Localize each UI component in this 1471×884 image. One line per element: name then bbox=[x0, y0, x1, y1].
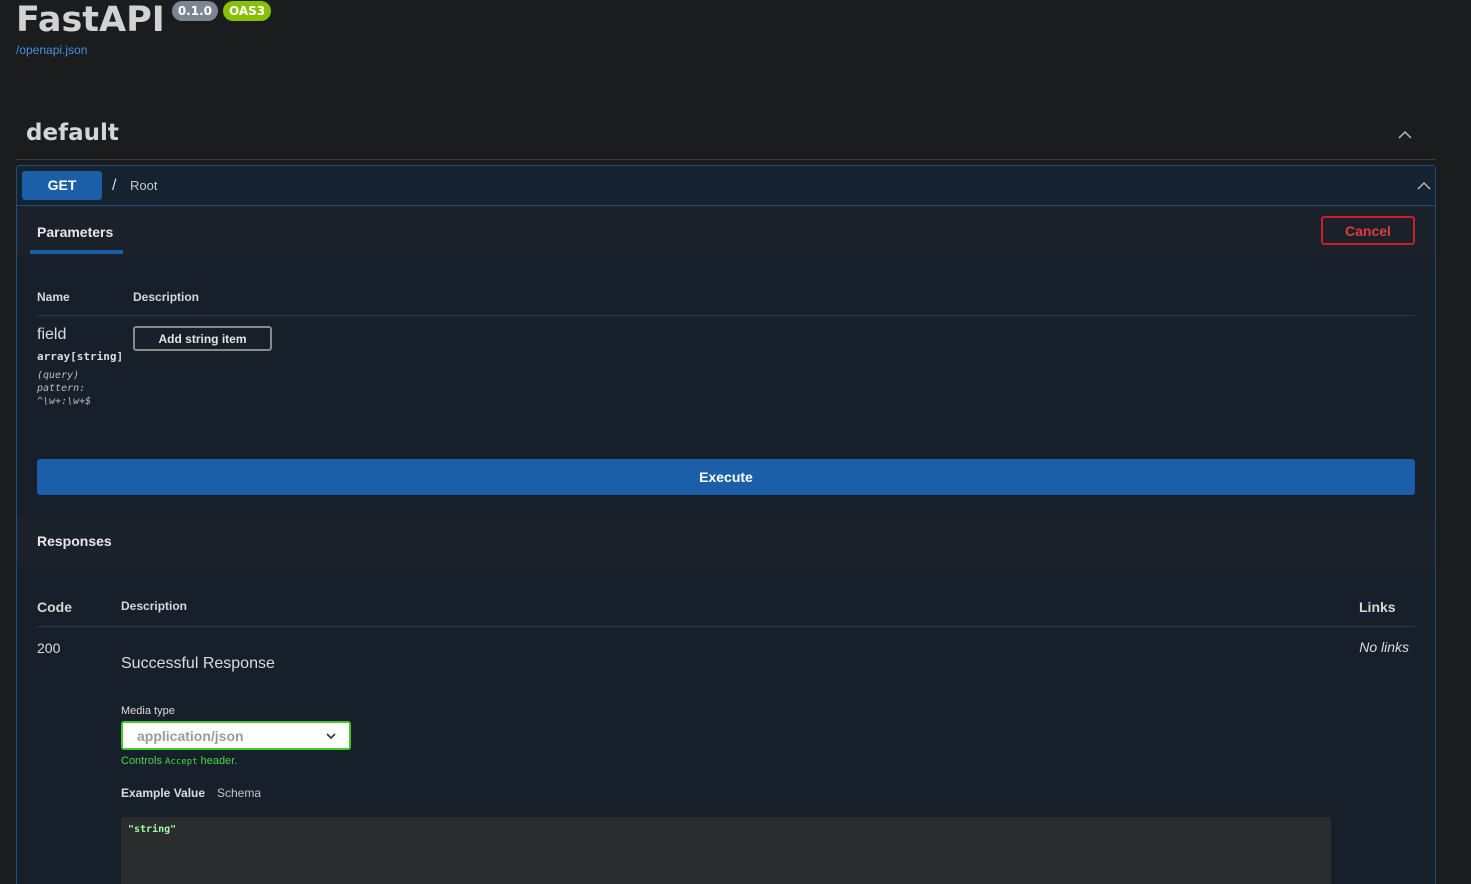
param-type: array[string] bbox=[37, 350, 124, 363]
param-pattern-label: pattern: bbox=[37, 383, 86, 394]
media-type-label: Media type bbox=[121, 705, 175, 717]
openapi-json-link[interactable]: /openapi.json bbox=[16, 43, 87, 57]
tag-name: default bbox=[26, 120, 119, 146]
example-code: "string" bbox=[128, 824, 177, 835]
responses-title: Responses bbox=[37, 533, 112, 549]
response-links: No links bbox=[1359, 639, 1409, 655]
responses-table: Code Description Links 200 Successful Re… bbox=[17, 567, 1435, 884]
oas-badge: OAS3 bbox=[222, 1, 272, 21]
controls-prefix: Controls bbox=[121, 755, 162, 767]
media-type-select[interactable]: application/json bbox=[121, 721, 351, 750]
controls-suffix: header. bbox=[200, 755, 238, 767]
chevron-up-icon[interactable] bbox=[1417, 179, 1431, 193]
param-meta: (query) pattern: ^\w+:\w+$ bbox=[37, 369, 91, 408]
column-header-name: Name bbox=[37, 290, 70, 304]
chevron-up-icon[interactable] bbox=[1398, 128, 1412, 142]
chevron-down-icon bbox=[326, 733, 336, 740]
operation-block: GET / Root Parameters Cancel Name Descri… bbox=[16, 165, 1436, 884]
response-code: 200 bbox=[37, 640, 61, 656]
tab-schema[interactable]: Schema bbox=[217, 786, 261, 800]
version-badge: 0.1.0 bbox=[171, 1, 218, 21]
example-code-box: "string" bbox=[121, 817, 1331, 884]
param-location: (query) bbox=[37, 370, 80, 381]
column-header-description: Description bbox=[121, 599, 188, 613]
app-title-row: FastAPI 0.1.0 OAS3 bbox=[16, 0, 272, 40]
response-description: Successful Response bbox=[121, 655, 275, 672]
swagger-ui-page: FastAPI 0.1.0 OAS3 /openapi.json default… bbox=[0, 0, 1471, 884]
tag-section-header[interactable]: default bbox=[16, 110, 1436, 160]
media-type-value: application/json bbox=[137, 728, 244, 744]
accept-code: Accept bbox=[165, 757, 198, 767]
controls-accept-note: Controls Accept header. bbox=[121, 755, 237, 767]
param-name: field bbox=[37, 326, 67, 343]
app-title: FastAPI bbox=[16, 0, 165, 40]
add-string-item-button[interactable]: Add string item bbox=[133, 326, 272, 351]
table-divider bbox=[37, 626, 1415, 627]
parameters-header: Parameters Cancel bbox=[17, 206, 1435, 256]
param-pattern: ^\w+:\w+$ bbox=[37, 396, 92, 407]
column-header-links: Links bbox=[1359, 599, 1396, 615]
operation-summary[interactable]: GET / Root bbox=[17, 166, 1435, 206]
responses-header: Responses bbox=[17, 515, 1435, 567]
operation-path: / bbox=[112, 177, 117, 194]
column-header-code: Code bbox=[37, 599, 72, 615]
cancel-button[interactable]: Cancel bbox=[1321, 216, 1415, 245]
operation-summary-text: Root bbox=[130, 178, 158, 193]
column-header-description: Description bbox=[133, 290, 200, 304]
execute-button[interactable]: Execute bbox=[37, 459, 1415, 495]
tab-parameters[interactable]: Parameters bbox=[37, 224, 113, 240]
method-badge: GET bbox=[22, 171, 102, 200]
table-divider bbox=[37, 315, 1415, 316]
tab-example-value[interactable]: Example Value bbox=[121, 786, 205, 800]
active-tab-indicator bbox=[30, 250, 123, 254]
